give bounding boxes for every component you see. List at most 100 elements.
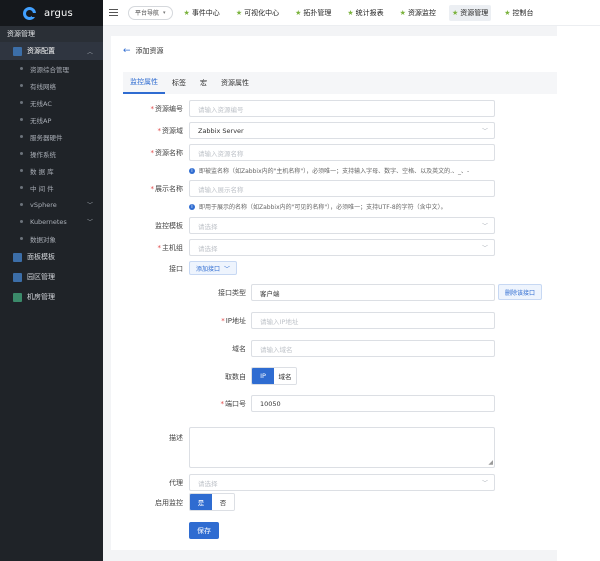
ip-label: *IP地址 xyxy=(221,317,246,325)
sidebar-item-panel-template[interactable]: 面板模板 xyxy=(0,247,103,267)
add-interface-button[interactable]: 添加接口 ﹀ xyxy=(189,261,238,275)
enable-monitor-yes[interactable]: 是 xyxy=(190,494,212,510)
sidebar-item[interactable]: vSphere ﹀ xyxy=(0,196,103,213)
sidebar-item-label: vSphere xyxy=(30,200,57,209)
bullet-icon xyxy=(20,169,23,172)
nav-label: 拓扑管理 xyxy=(303,8,332,17)
bullet-icon xyxy=(20,237,23,240)
ip-input[interactable]: 请输入IP地址 xyxy=(251,312,495,329)
template-select[interactable]: 请选择 ﹀ xyxy=(189,217,495,234)
port-input[interactable]: 10050 xyxy=(251,395,495,412)
sidebar-item[interactable]: 无线AC xyxy=(0,94,103,111)
dns-input[interactable]: 请输入域名 xyxy=(251,340,495,357)
bullet-icon xyxy=(20,101,23,104)
app-name: argus xyxy=(44,7,73,19)
template-label: 监控模板 xyxy=(155,222,183,230)
enable-monitor-label: 启用监控 xyxy=(155,499,183,507)
building-icon xyxy=(13,272,22,282)
display-name-input[interactable]: 请输入展示名称 xyxy=(189,180,495,197)
resource-name-hint: i 即被监名称（如Zabbix内的"主机名称"），必须唯一；支持输入字母、数字、… xyxy=(189,166,469,175)
sidebar-item-label: 无线AP xyxy=(30,116,52,125)
host-group-label: *主机组 xyxy=(157,244,184,252)
resource-id-input[interactable]: 请输入资源编号 xyxy=(189,100,495,117)
sidebar-item-label: 中 间 件 xyxy=(30,184,54,193)
bullet-icon xyxy=(20,220,23,223)
resource-id-label: *资源编号 xyxy=(150,105,184,113)
bullet-icon xyxy=(20,84,23,87)
nav-reports[interactable]: ★ 统计报表 xyxy=(344,5,386,21)
sidebar: argus 资源管理 资源配置 ︿ 资源综合管理 有线网络 无线AC 无线AP … xyxy=(0,0,103,561)
quick-nav-label: 平台导航 xyxy=(135,10,160,17)
brand[interactable]: argus xyxy=(0,0,103,26)
star-icon: ★ xyxy=(183,8,190,17)
menu-icon[interactable] xyxy=(109,7,118,18)
sidebar-item[interactable]: 中 间 件 xyxy=(0,179,103,196)
sidebar-item[interactable]: 操作系统 xyxy=(0,145,103,162)
connect-via-dns[interactable]: 域名 xyxy=(274,368,296,384)
connect-via-ip[interactable]: IP xyxy=(252,368,274,384)
chevron-down-icon: ﹀ xyxy=(481,245,488,252)
arrow-left-icon[interactable]: ← xyxy=(123,46,131,56)
resource-name-label: *资源名称 xyxy=(150,149,184,157)
tab-resource-attributes[interactable]: 资源属性 xyxy=(214,72,256,94)
sidebar-item[interactable]: 资源综合管理 xyxy=(0,60,103,77)
connect-via-label: 取数自 xyxy=(225,373,246,381)
proxy-select[interactable]: 请选择 ﹀ xyxy=(189,474,495,491)
nav-console[interactable]: ★ 控制台 xyxy=(501,5,536,21)
star-icon: ★ xyxy=(451,8,459,17)
nav-label: 资源管理 xyxy=(460,8,489,17)
chevron-down-icon: ﹀ xyxy=(224,265,231,273)
sidebar-item[interactable]: 数据对象 xyxy=(0,230,103,247)
nav-event-center[interactable]: ★ 事件中心 xyxy=(181,5,223,21)
sidebar-item[interactable]: Kubernetes ﹀ xyxy=(0,213,103,230)
sidebar-item-label: 园区管理 xyxy=(27,273,55,281)
page-title: 添加资源 xyxy=(135,47,164,55)
resource-name-input[interactable]: 请输入资源名称 xyxy=(189,144,495,161)
sidebar-item-campus[interactable]: 园区管理 xyxy=(0,267,103,287)
sidebar-item[interactable]: 无线AP xyxy=(0,111,103,128)
nav-visual-center[interactable]: ★ 可视化中心 xyxy=(233,5,282,21)
sidebar-item-datacenter[interactable]: 机房管理 xyxy=(0,287,103,307)
resize-grip-icon[interactable]: ◢ xyxy=(488,459,493,466)
host-group-select[interactable]: 请选择 ﹀ xyxy=(189,239,495,256)
sidebar-group-resource-config[interactable]: 资源配置 ︿ xyxy=(0,42,103,60)
sidebar-item[interactable]: 服务器硬件 xyxy=(0,128,103,145)
interface-type-input[interactable]: 客户端 xyxy=(251,284,495,301)
sidebar-item[interactable]: 有线网络 xyxy=(0,77,103,94)
info-icon: i xyxy=(189,203,195,210)
save-button[interactable]: 保存 xyxy=(189,522,219,539)
chevron-down-icon: ﹀ xyxy=(86,219,93,226)
sidebar-item-label: 有线网络 xyxy=(30,82,56,91)
sidebar-item[interactable]: 数 据 库 xyxy=(0,162,103,179)
bullet-icon xyxy=(20,118,23,121)
remove-interface-button[interactable]: 删除该接口 xyxy=(498,284,543,300)
description-textarea[interactable]: ◢ xyxy=(189,427,495,468)
enable-monitor-no[interactable]: 否 xyxy=(212,494,234,510)
nav-label: 控制台 xyxy=(512,8,534,17)
proxy-label: 代理 xyxy=(169,479,183,487)
dns-label: 域名 xyxy=(232,345,246,353)
resource-domain-select[interactable]: Zabbix Server ﹀ xyxy=(189,122,495,139)
breadcrumb[interactable]: ← 添加资源 xyxy=(123,46,164,56)
chevron-down-icon: ﹀ xyxy=(481,223,488,230)
enable-monitor-toggle: 是 否 xyxy=(189,493,235,511)
tab-monitor-attributes[interactable]: 监控属性 xyxy=(123,72,165,94)
template-placeholder: 请选择 xyxy=(198,222,218,231)
top-nav: 平台导航 ▾ ★ 事件中心 ★ 可视化中心 ★ 拓扑管理 ★ 统计报表 ★ 资源监控 ★ 资… xyxy=(103,0,600,26)
nav-resource-monitor[interactable]: ★ 资源监控 xyxy=(397,5,439,21)
tab-macros[interactable]: 宏 xyxy=(193,72,214,94)
chevron-down-icon: ﹀ xyxy=(481,480,488,487)
tab-tags[interactable]: 标签 xyxy=(165,72,193,94)
panel-icon xyxy=(13,252,22,262)
star-icon: ★ xyxy=(504,8,511,17)
chevron-down-icon: ﹀ xyxy=(481,128,488,135)
sidebar-item-label: 操作系统 xyxy=(30,150,56,159)
sidebar-item-label: 资源综合管理 xyxy=(30,65,69,74)
nav-resource-management[interactable]: ★ 资源管理 xyxy=(448,4,492,21)
nav-topology[interactable]: ★ 拓扑管理 xyxy=(292,5,334,21)
caret-down-icon: ▾ xyxy=(163,9,166,16)
quick-nav-dropdown[interactable]: 平台导航 ▾ xyxy=(128,5,173,20)
host-group-placeholder: 请选择 xyxy=(198,244,218,253)
nav-label: 事件中心 xyxy=(191,8,220,17)
star-icon: ★ xyxy=(295,8,302,17)
